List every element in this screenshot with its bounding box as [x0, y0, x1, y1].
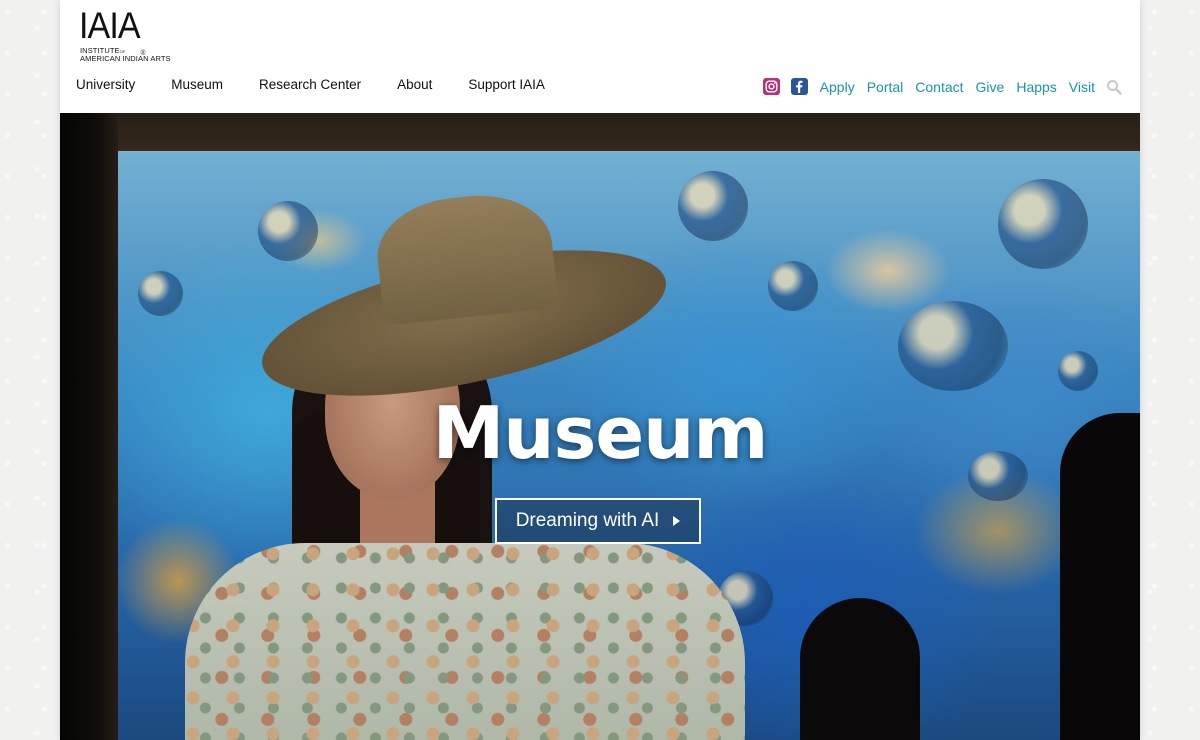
nav-item-about[interactable]: About — [397, 77, 432, 92]
nav-item-museum[interactable]: Museum — [171, 77, 223, 92]
iaia-logo[interactable]: IAIA® INSTITUTEOF AMERICAN INDIAN ARTS — [79, 6, 189, 64]
logo-line2: AMERICAN INDIAN ARTS — [80, 54, 171, 63]
hero-button-label: Dreaming with AI — [515, 510, 660, 531]
happs-link[interactable]: Happs — [1016, 79, 1056, 95]
search-icon[interactable] — [1106, 79, 1122, 95]
instagram-icon[interactable] — [762, 78, 780, 95]
main-nav: University Museum Research Center About … — [76, 77, 581, 92]
dreaming-with-ai-button[interactable]: Dreaming with AI — [495, 498, 701, 544]
visit-link[interactable]: Visit — [1069, 79, 1095, 95]
caret-right-icon — [673, 516, 681, 526]
nav-item-university[interactable]: University — [76, 77, 135, 92]
utility-nav: Apply Portal Contact Give Happs Visit — [752, 78, 1122, 95]
facebook-icon[interactable] — [790, 78, 808, 95]
hero-title: Museum — [432, 391, 769, 475]
give-link[interactable]: Give — [976, 79, 1005, 95]
hero-banner: Museum Dreaming with AI — [60, 113, 1140, 740]
site-header: IAIA® INSTITUTEOF AMERICAN INDIAN ARTS U… — [60, 0, 1140, 113]
page-container: IAIA® INSTITUTEOF AMERICAN INDIAN ARTS U… — [60, 0, 1140, 740]
contact-link[interactable]: Contact — [915, 79, 963, 95]
nav-item-support-iaia[interactable]: Support IAIA — [468, 77, 545, 92]
logo-mark: IAIA — [79, 5, 141, 46]
nav-item-research-center[interactable]: Research Center — [259, 77, 361, 92]
apply-link[interactable]: Apply — [820, 79, 855, 95]
portal-link[interactable]: Portal — [867, 79, 904, 95]
